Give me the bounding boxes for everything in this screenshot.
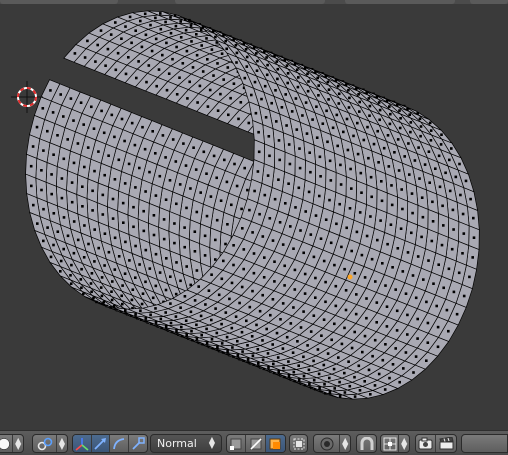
face-select-button[interactable]	[265, 435, 285, 452]
3d-viewport[interactable]	[0, 0, 508, 430]
snap-link-dropdown[interactable]: ▲ ▼	[32, 434, 68, 453]
snap-increment-icon	[383, 437, 397, 450]
snap-toggle-button[interactable]	[356, 434, 377, 453]
scale-manipulator-button[interactable]	[129, 435, 147, 452]
3d-cursor-icon[interactable]	[11, 81, 43, 113]
object-origin-dot	[347, 274, 353, 280]
translate-arrow-icon	[94, 437, 107, 450]
vertex-select-button[interactable]	[227, 435, 247, 452]
occlude-geometry-button[interactable]	[289, 434, 308, 453]
magnet-icon	[360, 436, 373, 450]
proportional-dot-icon	[320, 437, 334, 450]
render-animation-button[interactable]	[436, 435, 456, 452]
layer-buttons[interactable]	[461, 434, 508, 453]
scale-handle-icon	[132, 436, 145, 450]
sphere-icon	[0, 437, 10, 450]
toggle-manipulator-button[interactable]	[73, 435, 92, 452]
viewport-footer-toolbar: ▲ ▼ ▲ ▼ Normal ▲ ▼ ▲ ▼ ▲ ▼	[0, 430, 508, 455]
clapperboard-icon	[438, 437, 454, 450]
orientation-value: Normal	[157, 437, 197, 450]
snap-element-dropdown[interactable]: ▲ ▼	[380, 434, 410, 453]
updown-arrows-icon: ▲ ▼	[58, 435, 66, 451]
proportional-editing-dropdown[interactable]: ▲ ▼	[313, 434, 351, 453]
updown-arrows-icon: ▲ ▼	[15, 435, 22, 451]
vertex-select-icon	[230, 438, 242, 450]
edge-select-button[interactable]	[246, 435, 266, 452]
transform-orientation-select[interactable]: Normal ▲ ▼	[150, 434, 222, 453]
select-mode-buttons[interactable]	[226, 434, 286, 453]
link-rings-icon	[37, 437, 52, 450]
rotate-arc-icon	[112, 437, 124, 449]
occlude-geometry-icon	[293, 438, 304, 449]
rotate-manipulator-button[interactable]	[110, 435, 129, 452]
translate-manipulator-button[interactable]	[91, 435, 110, 452]
render-buttons[interactable]	[415, 434, 457, 453]
transform-manipulators[interactable]	[72, 434, 148, 453]
updown-arrows-icon: ▲ ▼	[401, 435, 408, 451]
pivot-point-dropdown[interactable]: ▲ ▼	[0, 434, 24, 453]
camera-icon	[418, 437, 433, 450]
edge-select-icon	[249, 437, 262, 450]
updown-arrows-icon: ▲ ▼	[342, 435, 349, 451]
updown-arrows-icon: ▲ ▼	[208, 435, 216, 450]
axis-manipulator-icon	[75, 437, 89, 451]
cylinder-mesh[interactable]	[0, 0, 508, 430]
face-select-icon	[269, 438, 281, 449]
render-image-button[interactable]	[416, 435, 437, 452]
